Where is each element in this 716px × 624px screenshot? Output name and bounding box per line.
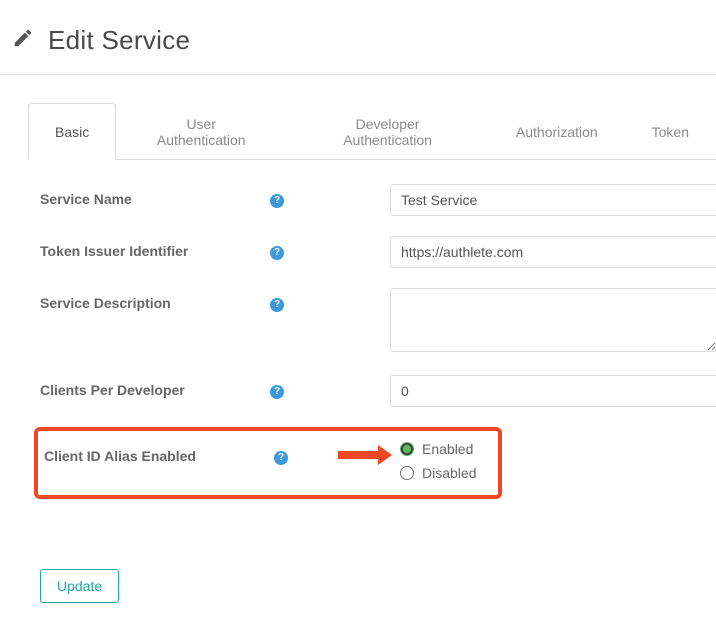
radio-enabled-label: Enabled [422,441,473,457]
radio-enabled[interactable] [400,442,414,456]
tabs: Basic User Authentication Developer Auth… [28,103,716,160]
help-icon[interactable]: ? [270,246,284,260]
edit-icon [12,27,34,54]
label-clients-per-developer: Clients Per Developer [40,375,270,398]
tab-token[interactable]: Token [625,103,716,160]
textarea-service-description[interactable] [390,288,716,352]
help-icon[interactable]: ? [270,385,284,399]
radio-disabled-row[interactable]: Disabled [400,465,492,481]
tab-authorization[interactable]: Authorization [489,103,625,160]
row-service-name: Service Name ? [40,184,716,218]
tab-user-authentication[interactable]: User Authentication [116,103,286,160]
label-client-id-alias: Client ID Alias Enabled [44,441,274,464]
row-service-description: Service Description ? [40,288,716,357]
page-title: Edit Service [48,25,190,56]
tab-basic[interactable]: Basic [28,103,116,160]
arrow-annotation [338,445,392,465]
input-token-issuer[interactable] [390,236,716,268]
highlight-annotation: Client ID Alias Enabled ? Enabled Disabl… [34,427,502,499]
help-icon[interactable]: ? [270,194,284,208]
update-button[interactable]: Update [40,569,119,603]
help-icon[interactable]: ? [274,451,288,465]
tab-developer-authentication[interactable]: Developer Authentication [286,103,489,160]
radio-disabled[interactable] [400,466,414,480]
label-service-name: Service Name [40,184,270,207]
label-token-issuer: Token Issuer Identifier [40,236,270,259]
radio-enabled-row[interactable]: Enabled [400,441,492,457]
input-clients-per-developer[interactable] [390,375,716,407]
row-token-issuer: Token Issuer Identifier ? [40,236,716,270]
radio-disabled-label: Disabled [422,465,476,481]
row-client-id-alias: Client ID Alias Enabled ? Enabled Disabl… [44,441,492,489]
help-icon[interactable]: ? [270,298,284,312]
row-clients-per-developer: Clients Per Developer ? [40,375,716,409]
label-service-description: Service Description [40,288,270,311]
input-service-name[interactable] [390,184,716,216]
page-header: Edit Service [0,0,716,75]
